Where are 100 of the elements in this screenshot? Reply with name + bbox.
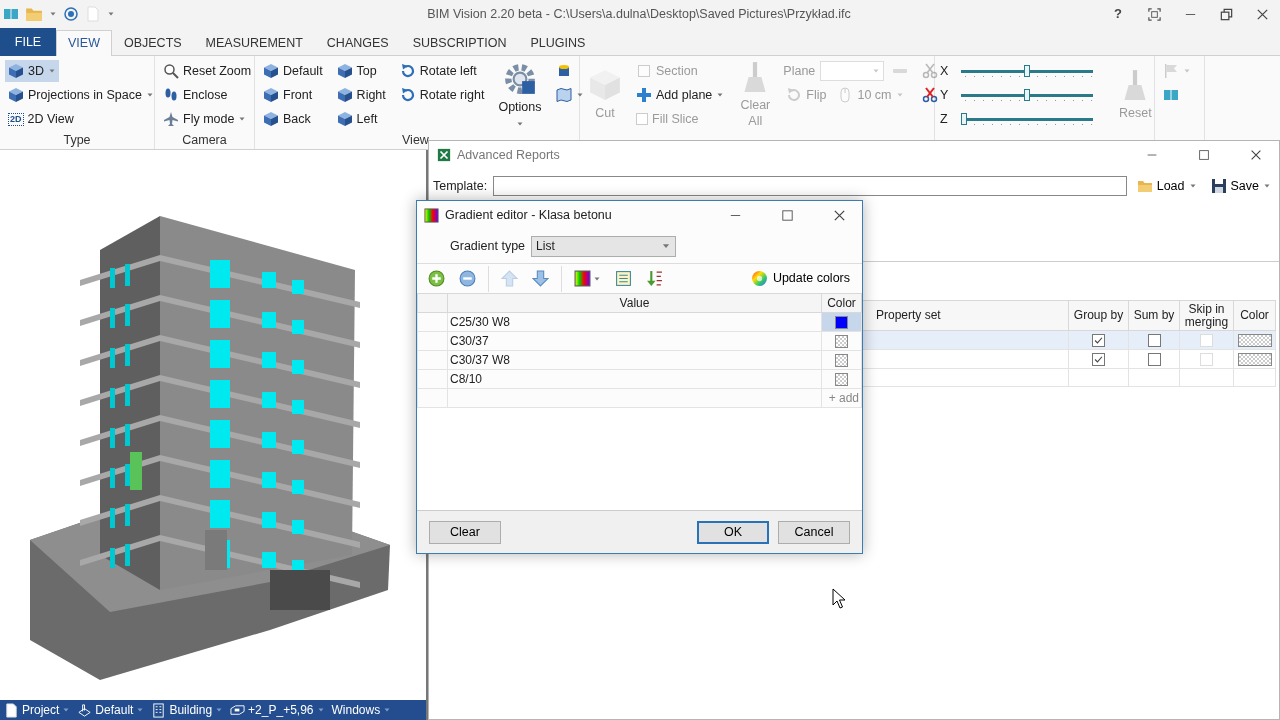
status-bar-button[interactable]: +2_P_+5,96 bbox=[230, 701, 325, 719]
close-icon[interactable] bbox=[1249, 148, 1263, 162]
hand-icon bbox=[77, 702, 93, 718]
cube-icon bbox=[336, 87, 353, 103]
caret-icon bbox=[383, 706, 392, 714]
footprints-icon bbox=[163, 87, 179, 103]
target-icon[interactable] bbox=[63, 6, 79, 22]
ribbon-button[interactable]: Back bbox=[260, 108, 314, 130]
caret-icon[interactable] bbox=[107, 10, 115, 18]
check-icon bbox=[1093, 335, 1104, 347]
arrow-up-icon bbox=[501, 270, 518, 287]
add-icon bbox=[428, 270, 445, 287]
ribbon-button[interactable]: Projections in Space bbox=[5, 84, 157, 106]
field-label: Gradient type bbox=[450, 237, 526, 255]
color-cell[interactable] bbox=[821, 369, 862, 389]
ribbon-tab[interactable]: VIEW bbox=[56, 30, 112, 56]
ribbon-button[interactable]: Reset Zoom bbox=[160, 60, 255, 82]
checkbox[interactable] bbox=[1092, 334, 1105, 348]
status-bar-button[interactable]: Building bbox=[151, 701, 224, 719]
column-header: Skip in merging bbox=[1184, 301, 1229, 329]
status-bar-button[interactable]: Project bbox=[4, 701, 71, 719]
maximize-icon[interactable] bbox=[1197, 148, 1211, 162]
ribbon-button[interactable]: Add plane bbox=[633, 84, 728, 106]
color-swatch[interactable] bbox=[835, 354, 848, 368]
ribbon-button[interactable]: 3D bbox=[5, 60, 59, 82]
column-header: Sum by bbox=[1133, 308, 1175, 323]
file-menu-button[interactable]: FILE bbox=[0, 28, 56, 56]
ribbon-button[interactable]: Fly mode bbox=[160, 108, 250, 130]
color-swatch[interactable] bbox=[1237, 353, 1272, 367]
color-swatch[interactable] bbox=[835, 373, 848, 387]
ribbon-tab[interactable]: CHANGES bbox=[314, 30, 401, 56]
checkbox[interactable] bbox=[1092, 353, 1105, 367]
clear-button[interactable]: Clear bbox=[429, 520, 501, 544]
cube-icon bbox=[263, 111, 279, 127]
cursor-icon bbox=[832, 588, 846, 609]
book-icon[interactable] bbox=[3, 6, 19, 22]
toolbar-button[interactable]: Save bbox=[1206, 176, 1275, 196]
axis-label: Z bbox=[940, 110, 948, 128]
ribbon-tab[interactable]: OBJECTS bbox=[111, 30, 194, 56]
color-swatch[interactable] bbox=[835, 335, 848, 349]
caret-icon bbox=[62, 706, 71, 714]
fullscreen-icon[interactable] bbox=[1146, 6, 1162, 22]
color-cell[interactable] bbox=[821, 331, 862, 351]
caret-icon bbox=[872, 67, 881, 75]
ribbon-button[interactable]: Left bbox=[333, 108, 381, 130]
ribbon-button[interactable]: 2D 2D View bbox=[5, 108, 77, 130]
color-wheel-icon bbox=[750, 270, 768, 287]
slider-thumb[interactable] bbox=[1024, 89, 1031, 101]
ribbon-button[interactable]: Options bbox=[495, 59, 545, 131]
column-header: Group by bbox=[1073, 308, 1124, 323]
help-button[interactable]: ? bbox=[1100, 1, 1136, 27]
ribbon-button[interactable]: Rotate left bbox=[396, 60, 480, 82]
document-icon bbox=[4, 702, 19, 718]
ribbon-tab[interactable]: PLUGINS bbox=[518, 30, 598, 56]
cube-icon bbox=[8, 63, 24, 79]
toolbar-button[interactable]: Load bbox=[1132, 176, 1201, 196]
building-icon bbox=[151, 702, 167, 718]
template-field[interactable] bbox=[493, 176, 1127, 196]
cube-icon bbox=[263, 87, 279, 103]
status-bar-button[interactable]: Default bbox=[77, 701, 145, 719]
cube-icon bbox=[263, 63, 279, 79]
update-colors-button[interactable]: Update colors bbox=[744, 268, 856, 289]
refresh-icon bbox=[786, 87, 803, 103]
dropdown-field[interactable]: List bbox=[531, 235, 677, 257]
ribbon-button[interactable]: Enclose bbox=[160, 84, 231, 106]
checkbox[interactable] bbox=[1147, 334, 1161, 348]
cube-icon bbox=[336, 111, 353, 127]
checkbox[interactable] bbox=[1147, 353, 1161, 367]
search-icon bbox=[163, 63, 179, 79]
caret-icon[interactable] bbox=[49, 10, 57, 18]
gradient-icon bbox=[574, 270, 591, 287]
status-bar-button[interactable]: Windows bbox=[331, 701, 392, 719]
slider-thumb[interactable] bbox=[960, 113, 967, 125]
ok-button[interactable]: OK bbox=[697, 520, 769, 544]
plus-icon bbox=[636, 87, 652, 103]
caret-icon bbox=[215, 706, 224, 714]
cube-icon bbox=[336, 63, 353, 79]
arrow-down-icon bbox=[532, 270, 549, 287]
color-swatch[interactable] bbox=[1237, 334, 1272, 348]
maximize-icon[interactable] bbox=[779, 207, 795, 223]
color-cell[interactable] bbox=[821, 350, 862, 370]
slider-thumb[interactable] bbox=[1024, 65, 1031, 77]
ribbon-button[interactable]: Right bbox=[333, 84, 389, 106]
ribbon-button[interactable]: Default bbox=[260, 60, 326, 82]
color-swatch[interactable] bbox=[835, 316, 848, 330]
caret-icon bbox=[1263, 182, 1271, 190]
scissors-icon bbox=[922, 87, 939, 103]
column-header: Value bbox=[619, 296, 650, 310]
cancel-button[interactable]: Cancel bbox=[778, 520, 850, 544]
gradient-icon bbox=[424, 207, 439, 223]
ribbon-button[interactable]: Front bbox=[260, 84, 316, 106]
ribbon-button[interactable]: Top bbox=[333, 60, 380, 82]
ribbon-button[interactable]: Rotate right bbox=[396, 84, 488, 106]
ribbon-tab[interactable]: MEASUREMENT bbox=[193, 30, 315, 56]
sort-icon bbox=[646, 270, 663, 287]
restore-icon[interactable] bbox=[1218, 6, 1234, 22]
caret-icon bbox=[1188, 182, 1197, 190]
cube-icon bbox=[588, 68, 622, 103]
gear-icon bbox=[502, 62, 537, 97]
ribbon-tab[interactable]: SUBSCRIPTION bbox=[400, 30, 519, 56]
